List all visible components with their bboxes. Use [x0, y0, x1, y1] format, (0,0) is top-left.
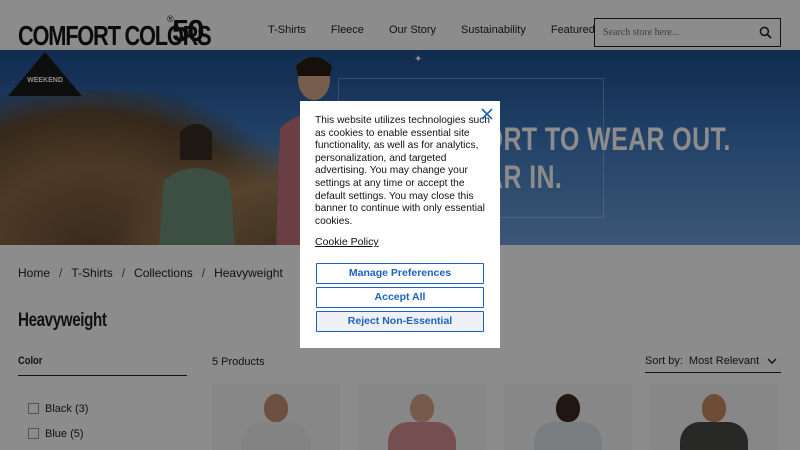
close-icon[interactable]: [480, 107, 494, 121]
cookie-consent-dialog: This website utilizes technologies such …: [300, 101, 500, 348]
cookie-consent-text: This website utilizes technologies such …: [315, 115, 490, 227]
accept-all-button[interactable]: Accept All: [316, 287, 484, 308]
cookie-policy-link[interactable]: Cookie Policy: [315, 236, 379, 248]
reject-non-essential-button[interactable]: Reject Non-Essential: [316, 311, 484, 332]
manage-preferences-button[interactable]: Manage Preferences: [316, 263, 484, 284]
